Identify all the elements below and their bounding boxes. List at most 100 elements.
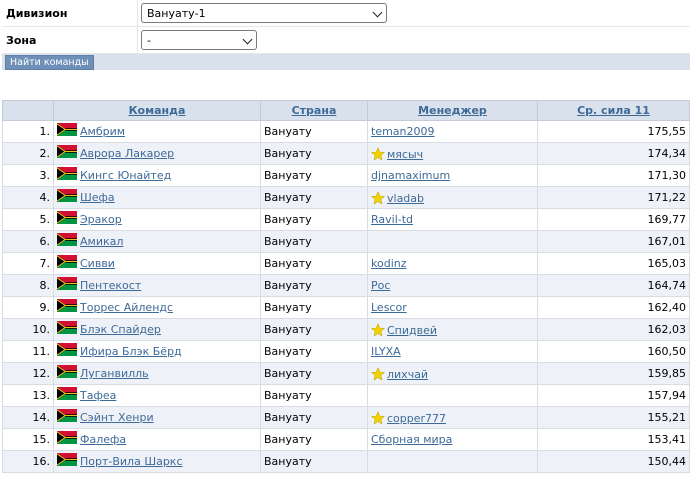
team-link[interactable]: Сивви: [80, 257, 115, 270]
team-link[interactable]: Аврора Лакарер: [80, 147, 174, 160]
table-row: 8. Пентекост Вануату Рос 164,74: [2, 274, 690, 297]
header-country[interactable]: Страна: [260, 100, 368, 121]
manager-cell: Сборная мира: [367, 428, 538, 451]
table-body: 1. Амбрим Вануату teman2009 175,55 2. Аврора Л…: [2, 120, 690, 473]
division-select[interactable]: Вануату-1: [141, 3, 387, 23]
manager-link[interactable]: мясыч: [387, 148, 423, 161]
team-link[interactable]: Фалефа: [80, 433, 126, 446]
country-cell: Вануату: [260, 450, 368, 473]
header-manager[interactable]: Менеджер: [367, 100, 538, 121]
team-link[interactable]: Амбрим: [80, 125, 125, 138]
strength-cell: 165,03: [537, 252, 690, 275]
team-cell: Торрес Айлендс: [53, 296, 261, 319]
zone-select-value: -: [147, 33, 151, 47]
zone-label: Зона: [2, 27, 138, 53]
rank-cell: 4.: [2, 186, 54, 209]
country-cell: Вануату: [260, 362, 368, 385]
manager-link[interactable]: teman2009: [371, 125, 435, 138]
table-row: 4. Шефа Вануату vladab 171,22: [2, 186, 690, 209]
rank-cell: 12.: [2, 362, 54, 385]
star-icon: [370, 366, 386, 381]
table-row: 11. Ифира Блэк Бёрд Вануату ILYXA 160,50: [2, 340, 690, 363]
header-rank: [2, 100, 54, 121]
team-link[interactable]: Ифира Блэк Бёрд: [80, 345, 182, 358]
manager-cell: мясыч: [367, 142, 538, 165]
table-row: 3. Кингс Юнайтед Вануату djnamaximum 171,30: [2, 164, 690, 187]
manager-cell: copper777: [367, 406, 538, 429]
team-cell: Эракор: [53, 208, 261, 231]
manager-cell: ILYXA: [367, 340, 538, 363]
rank-cell: 14.: [2, 406, 54, 429]
manager-link[interactable]: ILYXA: [371, 345, 401, 358]
table-row: 7. Сивви Вануату kodinz 165,03: [2, 252, 690, 275]
strength-cell: 174,34: [537, 142, 690, 165]
table-row: 5. Эракор Вануату Ravil-td 169,77: [2, 208, 690, 231]
country-cell: Вануату: [260, 274, 368, 297]
manager-link[interactable]: Lescor: [371, 301, 407, 314]
rank-cell: 8.: [2, 274, 54, 297]
header-team[interactable]: Команда: [53, 100, 261, 121]
vanuatu-flag-icon: [56, 408, 77, 422]
team-cell: Порт-Вила Шаркс: [53, 450, 261, 473]
rank-cell: 15.: [2, 428, 54, 451]
manager-link[interactable]: kodinz: [371, 257, 407, 270]
manager-cell: [367, 384, 538, 407]
manager-cell: vladab: [367, 186, 538, 209]
rank-cell: 9.: [2, 296, 54, 319]
manager-link[interactable]: Ravil-td: [371, 213, 413, 226]
team-cell: Ифира Блэк Бёрд: [53, 340, 261, 363]
filter-form: Дивизион Вануату-1 Зона - Найти команды: [2, 0, 690, 70]
team-link[interactable]: Кингс Юнайтед: [80, 169, 171, 182]
team-link[interactable]: Амикал: [80, 235, 123, 248]
manager-link[interactable]: Спидвей: [387, 324, 437, 337]
strength-cell: 175,55: [537, 120, 690, 143]
team-cell: Фалефа: [53, 428, 261, 451]
country-cell: Вануату: [260, 164, 368, 187]
strength-cell: 167,01: [537, 230, 690, 253]
manager-link[interactable]: djnamaximum: [371, 169, 450, 182]
team-link[interactable]: Пентекост: [80, 279, 141, 292]
rank-cell: 6.: [2, 230, 54, 253]
team-cell: Тафеа: [53, 384, 261, 407]
manager-cell: [367, 230, 538, 253]
strength-cell: 150,44: [537, 450, 690, 473]
manager-cell: Спидвей: [367, 318, 538, 341]
team-cell: Амикал: [53, 230, 261, 253]
vanuatu-flag-icon: [56, 430, 77, 444]
manager-link[interactable]: vladab: [387, 192, 424, 205]
manager-link[interactable]: лихчай: [387, 368, 428, 381]
team-cell: Блэк Спайдер: [53, 318, 261, 341]
manager-link[interactable]: Рос: [371, 279, 390, 292]
team-link[interactable]: Порт-Вила Шаркс: [80, 455, 183, 468]
find-teams-button[interactable]: Найти команды: [5, 54, 94, 70]
chevron-down-icon: [372, 7, 383, 18]
strength-cell: 171,30: [537, 164, 690, 187]
team-cell: Кингс Юнайтед: [53, 164, 261, 187]
team-link[interactable]: Блэк Спайдер: [80, 323, 161, 336]
team-link[interactable]: Торрес Айлендс: [80, 301, 173, 314]
star-icon: [370, 190, 386, 205]
table-row: 6. Амикал Вануату 167,01: [2, 230, 690, 253]
country-cell: Вануату: [260, 230, 368, 253]
manager-link[interactable]: Сборная мира: [371, 433, 452, 446]
rank-cell: 2.: [2, 142, 54, 165]
header-strength[interactable]: Ср. сила 11: [537, 100, 690, 121]
strength-cell: 157,94: [537, 384, 690, 407]
team-link[interactable]: Луганвилль: [80, 367, 149, 380]
team-link[interactable]: Шефа: [80, 191, 115, 204]
rank-cell: 13.: [2, 384, 54, 407]
team-link[interactable]: Сэйнт Хенри: [80, 411, 154, 424]
vanuatu-flag-icon: [56, 320, 77, 334]
team-link[interactable]: Эракор: [80, 213, 122, 226]
country-cell: Вануату: [260, 384, 368, 407]
country-cell: Вануату: [260, 186, 368, 209]
team-link[interactable]: Тафеа: [80, 389, 116, 402]
team-cell: Сэйнт Хенри: [53, 406, 261, 429]
manager-link[interactable]: copper777: [387, 412, 446, 425]
team-cell: Амбрим: [53, 120, 261, 143]
strength-cell: 155,21: [537, 406, 690, 429]
zone-select[interactable]: -: [141, 30, 257, 50]
strength-cell: 171,22: [537, 186, 690, 209]
team-cell: Шефа: [53, 186, 261, 209]
country-cell: Вануату: [260, 252, 368, 275]
